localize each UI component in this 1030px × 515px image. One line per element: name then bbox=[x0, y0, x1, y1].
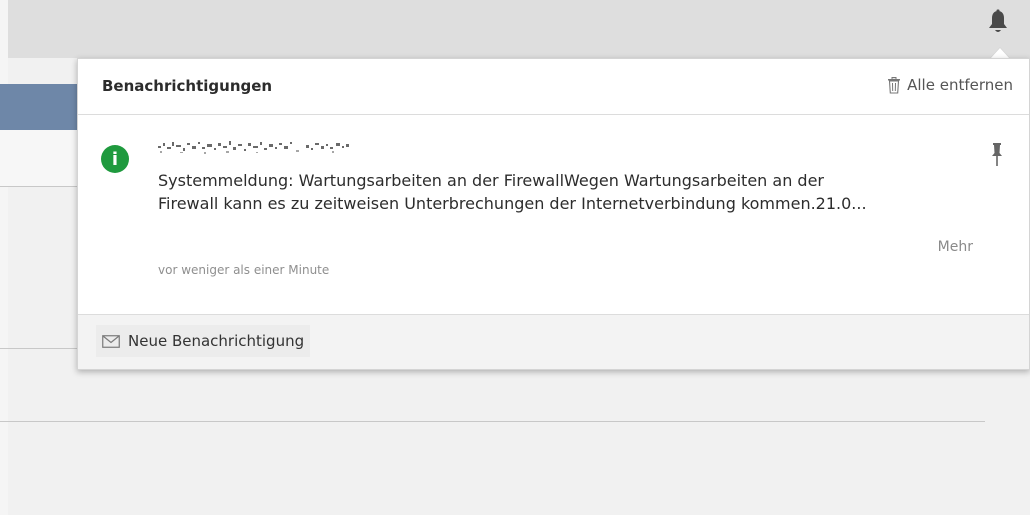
background-divider bbox=[0, 348, 78, 349]
background-divider bbox=[0, 421, 985, 422]
notification-message: Systemmeldung: Wartungsarbeiten an der F… bbox=[158, 169, 958, 215]
redacted-sender bbox=[158, 141, 349, 154]
envelope-icon bbox=[102, 334, 120, 348]
new-notification-label: Neue Benachrichtigung bbox=[128, 332, 305, 350]
trash-icon bbox=[888, 76, 901, 94]
left-edge bbox=[0, 0, 8, 515]
info-icon: i bbox=[101, 145, 129, 173]
notification-message-line: Systemmeldung: Wartungsarbeiten an der F… bbox=[158, 171, 824, 190]
popover-title: Benachrichtigungen bbox=[102, 77, 273, 95]
top-bar bbox=[0, 0, 1030, 58]
background-divider bbox=[0, 186, 78, 187]
notification-timestamp: vor weniger als einer Minute bbox=[158, 263, 330, 277]
notification-message-line: Firewall kann es zu zeitweisen Unterbrec… bbox=[158, 194, 867, 213]
pin-button[interactable] bbox=[987, 141, 1007, 169]
new-notification-button[interactable]: Neue Benachrichtigung bbox=[96, 325, 311, 357]
more-link[interactable]: Mehr bbox=[938, 239, 973, 255]
pin-icon bbox=[992, 143, 1002, 166]
clear-all-label: Alle entfernen bbox=[907, 76, 1013, 94]
popover-header: Benachrichtigungen Alle entfernen bbox=[78, 59, 1029, 115]
notification-item[interactable]: i Systemmeldung: Wartungsarbeiten an der… bbox=[78, 115, 1029, 314]
popover-footer: Neue Benachrichtigung bbox=[78, 314, 1029, 369]
notifications-bell-button[interactable] bbox=[983, 6, 1013, 38]
background-panel bbox=[0, 130, 78, 186]
bell-icon bbox=[989, 9, 1007, 32]
clear-all-button[interactable]: Alle entfernen bbox=[887, 76, 1013, 94]
notifications-popover: Benachrichtigungen Alle entfernen i Syst… bbox=[77, 58, 1030, 370]
